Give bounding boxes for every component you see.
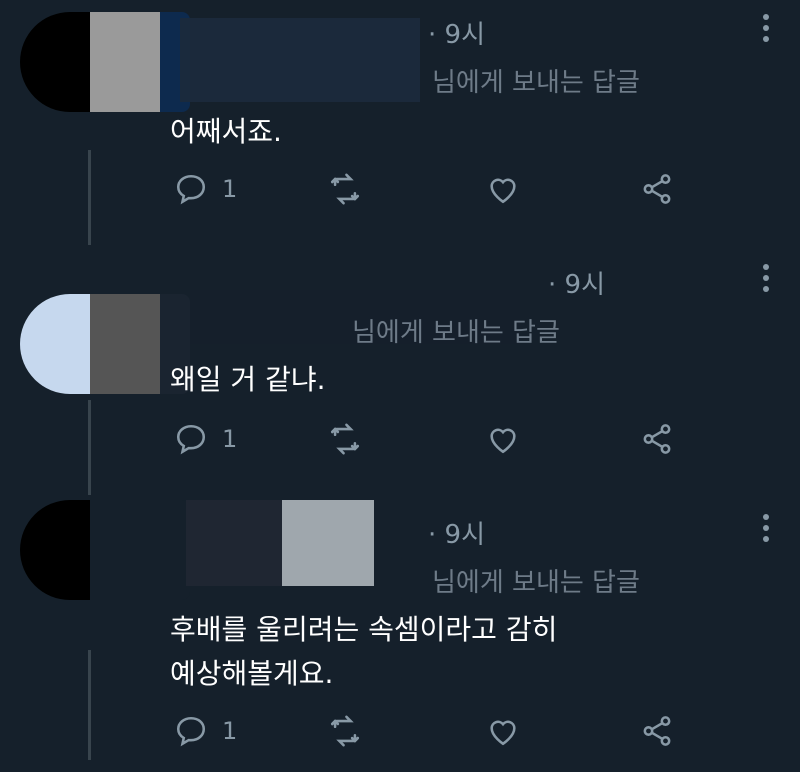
- retweet-button[interactable]: [328, 714, 362, 748]
- timestamp[interactable]: · 9시: [428, 14, 485, 51]
- reply-button[interactable]: 1: [174, 422, 237, 456]
- share-button[interactable]: [640, 714, 674, 748]
- reply-count: 1: [222, 175, 238, 203]
- thread-line: [88, 650, 91, 760]
- retweet-icon: [330, 715, 360, 747]
- tweet-actions: 1: [170, 422, 690, 462]
- redacted-name-2: [282, 500, 374, 586]
- like-icon: [490, 428, 516, 454]
- reply-icon: [176, 716, 206, 747]
- tweet-feed: · 9시 님에게 보내는 답글 어째서죠. 1 · 9시 님에게 보내는 답글 …: [0, 0, 800, 772]
- timestamp[interactable]: · 9시: [428, 514, 485, 551]
- reply-button[interactable]: 1: [174, 714, 237, 748]
- thread-line: [88, 150, 91, 245]
- reply-to-label: 님에게 보내는 답글: [352, 318, 560, 348]
- avatar[interactable]: [20, 12, 190, 112]
- reply-count: 1: [222, 425, 238, 453]
- tweet-text: 어째서죠.: [170, 115, 282, 148]
- more-icon[interactable]: [762, 514, 770, 542]
- retweet-icon: [330, 173, 360, 205]
- redacted-name: [180, 18, 420, 102]
- share-icon: [643, 424, 671, 454]
- more-icon[interactable]: [762, 14, 770, 42]
- share-button[interactable]: [640, 422, 674, 456]
- tweet-actions: 1: [170, 172, 690, 212]
- avatar[interactable]: [20, 500, 190, 600]
- like-button[interactable]: [486, 172, 520, 206]
- like-button[interactable]: [486, 422, 520, 456]
- avatar[interactable]: [20, 294, 190, 394]
- share-icon: [643, 716, 671, 746]
- retweet-icon: [330, 423, 360, 455]
- share-button[interactable]: [640, 172, 674, 206]
- retweet-button[interactable]: [328, 422, 362, 456]
- reply-count: 1: [222, 717, 238, 745]
- tweet-1[interactable]: · 9시 님에게 보내는 답글 어째서죠. 1: [0, 0, 800, 250]
- share-icon: [643, 174, 671, 204]
- tweet-actions: 1: [170, 714, 690, 754]
- more-icon[interactable]: [762, 264, 770, 292]
- reply-button[interactable]: 1: [174, 172, 237, 206]
- like-icon: [490, 178, 516, 204]
- like-button[interactable]: [486, 714, 520, 748]
- retweet-button[interactable]: [328, 172, 362, 206]
- reply-to-label: 님에게 보내는 답글: [432, 568, 640, 598]
- tweet-2[interactable]: · 9시 님에게 보내는 답글 왜일 거 같냐. 1: [0, 250, 800, 500]
- like-icon: [490, 720, 516, 746]
- tweet-3[interactable]: · 9시 님에게 보내는 답글 후배를 울리려는 속셈이라고 감히 예상해볼게요…: [0, 500, 800, 772]
- reply-icon: [176, 424, 206, 455]
- tweet-text: 후배를 울리려는 속셈이라고 감히 예상해볼게요.: [170, 613, 558, 690]
- reply-to-label: 님에게 보내는 답글: [432, 68, 640, 98]
- tweet-text: 왜일 거 같냐.: [170, 363, 326, 396]
- reply-icon: [176, 174, 206, 205]
- timestamp[interactable]: · 9시: [548, 264, 605, 301]
- thread-line: [88, 400, 91, 495]
